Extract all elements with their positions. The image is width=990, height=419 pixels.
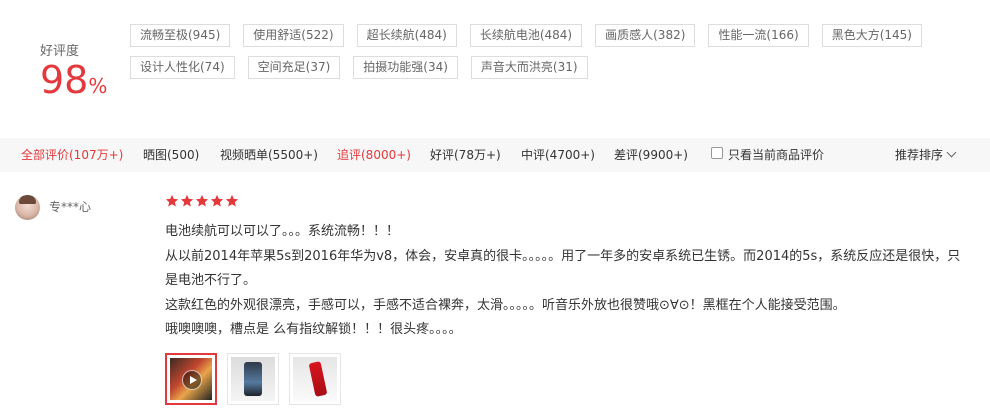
star-icon (195, 194, 209, 208)
review-tag[interactable]: 流畅至极(945) (130, 24, 231, 47)
rating-unit: % (88, 74, 108, 98)
play-icon[interactable] (182, 370, 202, 390)
tab-photo-reviews[interactable]: 晒图(500) (143, 138, 199, 172)
review-tag[interactable]: 黑色大方(145) (821, 24, 922, 47)
photo-thumbnail-image (231, 357, 275, 401)
tab-video-reviews[interactable]: 视频晒单(5500+) (220, 138, 318, 172)
only-current-checkbox[interactable] (711, 147, 723, 159)
review-tag[interactable]: 长续航电池(484) (469, 24, 583, 47)
review-tag[interactable]: 声音大而洪亮(31) (470, 56, 588, 79)
review-tag[interactable]: 设计人性化(74) (130, 56, 235, 79)
review-tag[interactable]: 使用舒适(522) (243, 24, 344, 47)
review-tag[interactable]: 性能一流(166) (708, 24, 809, 47)
sort-label: 推荐排序 (895, 148, 944, 162)
photo-thumbnail[interactable] (289, 353, 341, 405)
tab-good-reviews[interactable]: 好评(78万+) (430, 138, 501, 172)
tab-bad-reviews[interactable]: 差评(9900+) (614, 138, 688, 172)
star-rating (165, 194, 240, 208)
avatar[interactable] (15, 195, 40, 220)
star-icon (165, 194, 179, 208)
tab-append-reviews[interactable]: 追评(8000+) (337, 138, 411, 172)
review-line: 这款红色的外观很漂亮，手感可以，手感不适合裸奔，太滑。。。。。听音乐外放也很赞哦… (165, 297, 846, 313)
review-filter-bar: 全部评价(107万+) 晒图(500) 视频晒单(5500+) 追评(8000+… (0, 138, 990, 172)
review-line: 从以前2014年苹果5s到2016年华为v8，体会，安卓真的很卡。。。。。用了一… (165, 248, 961, 289)
review-line: 哦噢噢噢，槽点是 么有指纹解锁！！！很头疼。。。。 (165, 322, 462, 338)
review-content: 电池续航可以可以了。。。系统流畅！！！ 从以前2014年苹果5s到2016年华为… (165, 220, 970, 343)
sort-dropdown[interactable]: 推荐排序 (895, 138, 957, 172)
rating-number: 98 (40, 58, 89, 102)
photo-thumbnail-image (293, 357, 337, 401)
star-icon (180, 194, 194, 208)
tab-medium-reviews[interactable]: 中评(4700+) (521, 138, 595, 172)
review-line: 电池续航可以可以了。。。系统流畅！！！ (165, 224, 400, 239)
only-current-label[interactable]: 只看当前商品评价 (728, 138, 824, 172)
star-icon (225, 194, 239, 208)
review-media (165, 353, 351, 405)
review-tag[interactable]: 空间充足(37) (247, 56, 341, 79)
photo-thumbnail[interactable] (227, 353, 279, 405)
video-thumbnail[interactable] (165, 353, 217, 405)
review-tag[interactable]: 画质感人(382) (595, 24, 696, 47)
chevron-down-icon (946, 147, 957, 158)
rating-value: 98% (40, 58, 107, 102)
rating-summary: 好评度 98% (40, 40, 107, 102)
review-tag[interactable]: 拍摄功能强(34) (353, 56, 458, 79)
review-tag[interactable]: 超长续航(484) (356, 24, 457, 47)
tag-row: 流畅至极(945) 使用舒适(522) 超长续航(484) 长续航电池(484)… (130, 24, 930, 47)
review-username: 专***心 (49, 200, 92, 214)
tag-row: 设计人性化(74) 空间充足(37) 拍摄功能强(34) 声音大而洪亮(31) (130, 56, 930, 79)
review-tags: 流畅至极(945) 使用舒适(522) 超长续航(484) 长续航电池(484)… (130, 24, 930, 88)
tab-all-reviews[interactable]: 全部评价(107万+) (21, 138, 123, 172)
rating-label: 好评度 (40, 44, 80, 59)
star-icon (210, 194, 224, 208)
